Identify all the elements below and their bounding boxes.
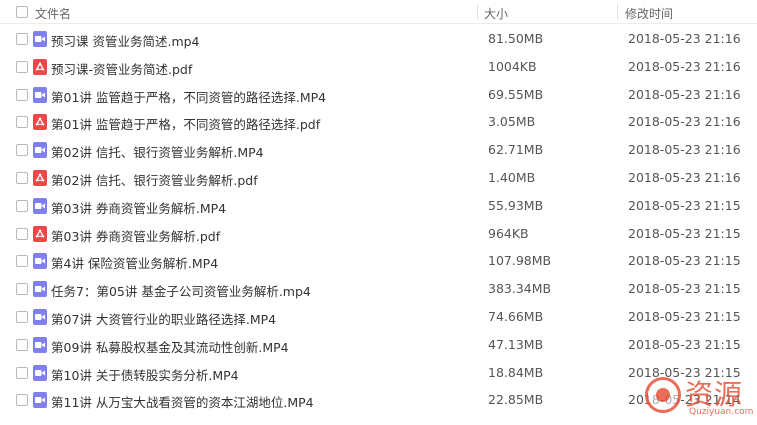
row-checkbox[interactable] [16,88,28,101]
file-modified-date: 2018-05-23 21:15 [628,336,741,352]
file-size: 107.98MB [488,253,552,269]
row-checkbox[interactable] [16,283,28,296]
file-row[interactable]: 第09讲 私募股权基金及其流动性创新.MP4 47.13MB 2018-05-23 … [0,331,757,359]
file-modified-date: 2018-05-23 21:15 [628,364,741,380]
file-name[interactable]: 第07讲 大资管行业的职业路径选择.MP4 [51,309,276,328]
row-checkbox[interactable] [16,33,28,45]
row-checkbox[interactable] [16,366,28,379]
video-file-icon [33,142,47,159]
file-name[interactable]: 第02讲 信托、银行资管业务解析.MP4 [51,142,264,161]
row-checkbox[interactable] [16,227,28,240]
file-size: 55.93MB [488,197,544,213]
file-modified-date: 2018-05-23 21:14 [628,392,741,408]
file-name[interactable]: 第03讲 券商资管业务解析.pdf [51,226,220,245]
file-name[interactable]: 预习课 资管业务简述.mp4 [51,31,200,50]
file-list-header: 文件名 大小 修改时间 [0,0,757,24]
column-divider[interactable] [477,4,478,20]
file-size: 47.13MB [488,336,544,352]
file-row[interactable]: 预习课-资管业务简述.pdf 1004KB 2018-05-23 21:16 [0,53,757,81]
column-divider[interactable] [617,4,618,20]
file-size: 3.05MB [488,114,536,130]
row-checkbox[interactable] [16,60,28,73]
file-row[interactable]: 预习课 资管业务简述.mp4 81.50MB 2018-05-23 21:16 [0,25,757,53]
file-name[interactable]: 第11讲 从万宝大战看资管的资本江湖地位.MP4 [51,392,314,411]
file-modified-date: 2018-05-23 21:15 [628,309,741,324]
file-row[interactable]: 第01讲 监管趋于严格，不同资管的路径选择.pdf 3.05MB 2018-05-2… [0,108,757,136]
pdf-file-icon [33,170,47,186]
file-name[interactable]: 第01讲 监管趋于严格，不同资管的路径选择.MP4 [51,87,326,106]
file-row[interactable]: 第02讲 信托、银行资管业务解析.MP4 62.71MB 2018-05-23 21… [0,136,757,164]
file-row[interactable]: 第07讲 大资管行业的职业路径选择.MP4 74.66MB 2018-05-23 2… [0,303,757,331]
file-row[interactable]: 第10讲 关于债转股实务分析.MP4 18.84MB 2018-05-23 21:1… [0,359,757,387]
file-name[interactable]: 任务7：第05讲 基金子公司资管业务解析.mp4 [51,281,311,300]
video-file-icon [33,309,47,325]
file-size: 18.84MB [488,364,544,380]
file-size: 69.55MB [488,86,544,102]
file-name[interactable]: 第09讲 私募股权基金及其流动性创新.MP4 [51,337,289,356]
video-file-icon [33,281,47,298]
file-size: 1.40MB [488,170,536,185]
row-checkbox[interactable] [16,144,28,157]
file-modified-date: 2018-05-23 21:15 [628,253,741,269]
file-modified-date: 2018-05-23 21:16 [628,142,741,158]
file-modified-date: 2018-05-23 21:16 [628,114,741,130]
video-file-icon [33,253,47,270]
video-file-icon [33,392,47,409]
file-size: 964KB [488,225,529,241]
file-modified-date: 2018-05-23 21:16 [628,170,741,185]
column-header-size[interactable]: 大小 [484,5,508,22]
row-checkbox[interactable] [16,199,28,212]
file-size: 81.50MB [488,31,544,46]
file-name[interactable]: 第03讲 券商资管业务解析.MP4 [51,198,226,217]
file-row[interactable]: 第11讲 从万宝大战看资管的资本江湖地位.MP4 22.85MB 2018-05-2… [0,386,757,414]
file-row[interactable]: 任务7：第05讲 基金子公司资管业务解析.mp4 383.34MB 2018-05-… [0,275,757,303]
row-checkbox[interactable] [16,311,28,323]
file-row[interactable]: 第01讲 监管趋于严格，不同资管的路径选择.MP4 69.55MB 2018-05-… [0,81,757,109]
video-file-icon [33,336,47,353]
pdf-file-icon [33,225,47,242]
file-size: 62.71MB [488,142,544,158]
column-header-date[interactable]: 修改时间 [625,5,673,22]
row-checkbox[interactable] [16,338,28,351]
file-name[interactable]: 第02讲 信托、银行资管业务解析.pdf [51,170,258,189]
video-file-icon [33,197,47,214]
select-all-checkbox[interactable] [16,6,28,18]
row-checkbox[interactable] [16,255,28,268]
file-modified-date: 2018-05-23 21:15 [628,225,741,241]
file-name[interactable]: 第10讲 关于债转股实务分析.MP4 [51,365,239,384]
file-name[interactable]: 预习课-资管业务简述.pdf [51,59,192,78]
file-modified-date: 2018-05-23 21:16 [628,31,741,46]
pdf-file-icon [33,114,47,131]
file-name[interactable]: 第4讲 保险资管业务解析.MP4 [51,253,218,272]
file-modified-date: 2018-05-23 21:15 [628,281,741,297]
file-row[interactable]: 第02讲 信托、银行资管业务解析.pdf 1.40MB 2018-05-23 21:… [0,164,757,192]
file-size: 22.85MB [488,392,544,408]
video-file-icon [33,364,47,381]
file-modified-date: 2018-05-23 21:15 [628,197,741,213]
row-checkbox[interactable] [16,116,28,129]
row-checkbox[interactable] [16,394,28,407]
video-file-icon [33,86,47,103]
file-size: 74.66MB [488,309,544,324]
file-size: 1004KB [488,58,537,74]
file-row[interactable]: 第03讲 券商资管业务解析.pdf 964KB 2018-05-23 21:15 [0,220,757,248]
file-size: 383.34MB [488,281,552,297]
file-modified-date: 2018-05-23 21:16 [628,86,741,102]
file-row[interactable]: 第03讲 券商资管业务解析.MP4 55.93MB 2018-05-23 21:15 [0,192,757,220]
file-modified-date: 2018-05-23 21:16 [628,58,741,74]
file-row[interactable]: 第4讲 保险资管业务解析.MP4 107.98MB 2018-05-23 21:15 [0,247,757,275]
pdf-file-icon [33,58,47,75]
video-file-icon [33,31,47,47]
row-checkbox[interactable] [16,172,28,184]
file-name[interactable]: 第01讲 监管趋于严格，不同资管的路径选择.pdf [51,114,320,133]
column-header-name[interactable]: 文件名 [35,5,71,22]
